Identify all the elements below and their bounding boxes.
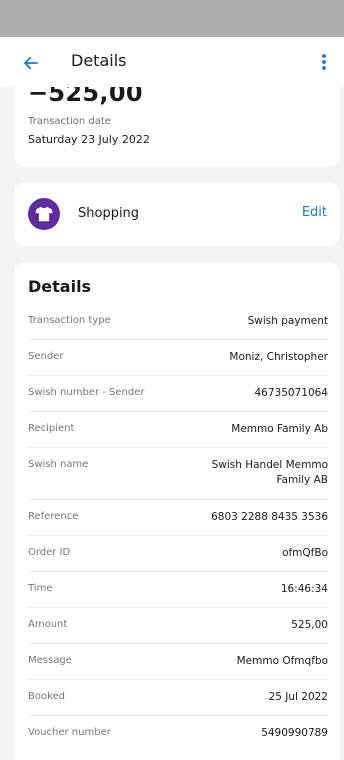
row-label: Order ID <box>28 547 71 558</box>
arrow-left-icon <box>24 56 38 70</box>
details-row-sender: Sender Moniz, Christopher <box>28 340 328 376</box>
transaction-date-value: Saturday 23 July 2022 <box>28 133 150 146</box>
row-label: Recipient <box>28 423 75 434</box>
row-label: Time <box>28 583 53 594</box>
row-label: Voucher number <box>28 727 111 738</box>
row-label: Swish number - Sender <box>28 387 145 398</box>
details-row-reference: Reference 6803 2288 8435 3536 <box>28 500 328 536</box>
details-row-time: Time 16:46:34 <box>28 572 328 608</box>
row-value: Swish payment <box>247 315 328 327</box>
row-value: 525,00 <box>291 619 328 631</box>
row-value: Memmo Family Ab <box>231 423 328 435</box>
row-label: Swish name <box>28 459 89 470</box>
row-value: 16:46:34 <box>280 583 328 595</box>
back-button[interactable] <box>18 50 44 76</box>
category-icon <box>28 198 60 230</box>
amount-card: −525,00 Transaction date Saturday 23 Jul… <box>14 87 340 167</box>
tshirt-icon <box>35 206 53 222</box>
transaction-date-label: Transaction date <box>28 116 111 127</box>
row-label: Message <box>28 655 72 666</box>
details-title: Details <box>28 277 92 296</box>
row-value: ofmQfBo <box>282 547 328 559</box>
row-value: 25 Jul 2022 <box>268 691 328 703</box>
edit-category-button[interactable]: Edit <box>302 205 327 220</box>
status-bar <box>0 0 344 37</box>
details-card: Details Transaction type Swish payment S… <box>14 262 340 760</box>
row-value: Memmo Ofmqfbo <box>236 655 328 667</box>
details-list: Transaction type Swish payment Sender Mo… <box>28 304 328 752</box>
row-label: Amount <box>28 619 68 630</box>
details-row-recipient: Recipient Memmo Family Ab <box>28 412 328 448</box>
transaction-amount: −525,00 <box>28 87 143 107</box>
category-label: Shopping <box>78 206 140 221</box>
category-card: Shopping Edit <box>14 182 340 246</box>
row-value: 6803 2288 8435 3536 <box>211 511 328 523</box>
details-row-voucher-number: Voucher number 5490990789 <box>28 716 328 752</box>
more-vertical-icon <box>322 54 326 70</box>
details-row-swish-name: Swish name Swish Handel Memmo Family AB <box>28 448 328 500</box>
row-value: 5490990789 <box>261 727 328 739</box>
row-value: Moniz, Christopher <box>229 351 328 363</box>
details-row-order-id: Order ID ofmQfBo <box>28 536 328 572</box>
details-row-amount: Amount 525,00 <box>28 608 328 644</box>
more-options-button[interactable] <box>312 49 336 75</box>
details-row-swish-number-sender: Swish number - Sender 46735071064 <box>28 376 328 412</box>
row-label: Booked <box>28 691 66 702</box>
page-title: Details <box>71 51 127 70</box>
row-label: Transaction type <box>28 315 111 326</box>
details-row-booked: Booked 25 Jul 2022 <box>28 680 328 716</box>
details-row-transaction-type: Transaction type Swish payment <box>28 304 328 340</box>
row-label: Sender <box>28 351 64 362</box>
row-value: 46735071064 <box>254 387 329 399</box>
details-row-message: Message Memmo Ofmqfbo <box>28 644 328 680</box>
app-bar: Details <box>0 37 344 87</box>
row-label: Reference <box>28 511 79 522</box>
row-value: Swish Handel Memmo Family AB <box>211 459 328 486</box>
